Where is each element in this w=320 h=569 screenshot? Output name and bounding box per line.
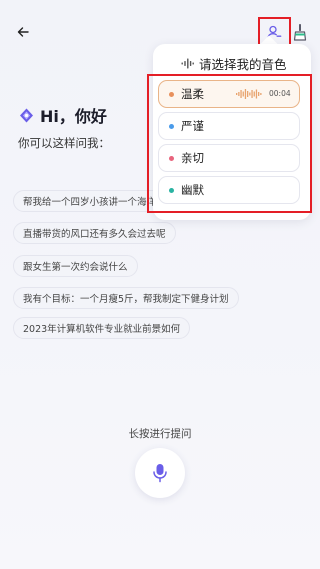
suggestion-chip[interactable]: 2023年计算机软件专业就业前景如何 [13,317,191,339]
suggestion-chip[interactable]: 跟女生第一次约会说什么 [13,255,138,277]
greeting-block: Hi，你好 你可以这样问我： [18,103,110,151]
back-button[interactable] [11,20,35,44]
greeting-title: Hi，你好 [40,107,107,126]
suggestion-chip[interactable]: 我有个目标：一个月瘦5斤，帮我制定下健身计划 [13,287,239,309]
arrow-left-icon [17,27,29,37]
voice-panel-header: 请选择我的音色 [181,54,287,73]
microphone-icon [153,464,167,483]
press-hint: 长按进行提问 [128,428,192,440]
greeting-subtitle: 你可以这样问我： [18,136,110,150]
sound-wave-icon [181,58,194,69]
broom-icon [293,24,307,41]
clear-chat-button[interactable] [289,20,311,44]
highlight-box-voice-list [147,74,312,213]
suggestion-chip[interactable]: 直播带货的风口还有多久会过去呢 [13,222,176,244]
microphone-button[interactable] [135,448,185,498]
ai-logo-icon [20,108,33,122]
voice-panel-title: 请选择我的音色 [199,57,287,72]
